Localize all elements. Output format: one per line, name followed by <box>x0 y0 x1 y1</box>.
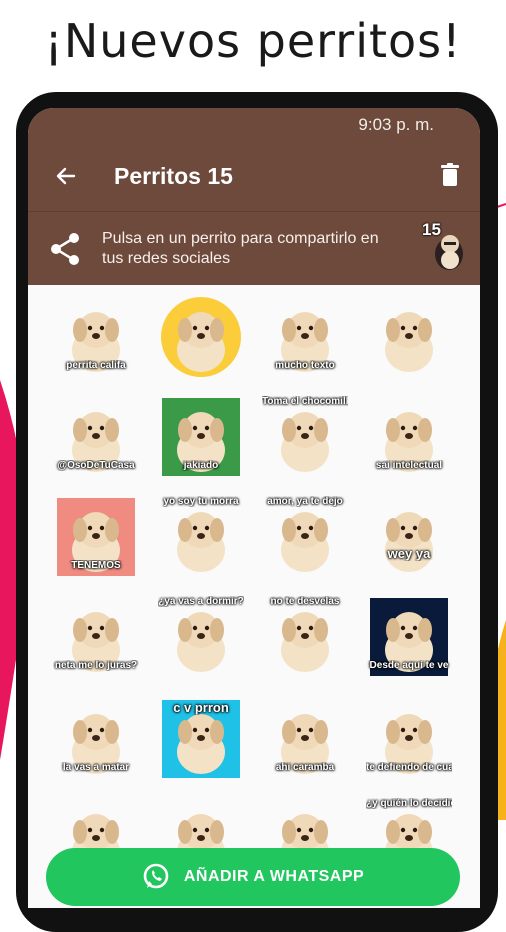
sticker-grid: perrita califa mucho texto @OsoDeTuCasa jak… <box>28 284 480 904</box>
sticker-caption: neta me lo juras? <box>54 660 138 671</box>
add-to-whatsapp-label: AÑADIR A WHATSAPP <box>183 868 365 885</box>
puppy-sticker-image <box>161 297 241 377</box>
puppy-sticker-image <box>385 512 433 572</box>
add-to-whatsapp-button[interactable]: AÑADIR A WHATSAPP <box>46 848 460 906</box>
sticker-item[interactable]: la vas a matar <box>53 696 139 782</box>
sticker-caption: Desde aquí te ve <box>369 660 449 671</box>
puppy-sticker-image <box>385 312 433 372</box>
sticker-item[interactable]: TENEMOS <box>53 494 139 580</box>
sticker-caption: amor, ya te dejo <box>267 496 343 507</box>
sticker-item[interactable] <box>366 294 452 380</box>
sticker-caption: ¿ya vas a dormir? <box>158 596 244 607</box>
whatsapp-icon <box>143 863 169 889</box>
sticker-caption: @OsoDeTuCasa <box>57 460 135 471</box>
sticker-caption: perrita califa <box>66 360 126 371</box>
sticker-caption: ahi caramba <box>275 762 335 773</box>
sticker-caption: no te desvelas <box>270 596 340 607</box>
sticker-item[interactable]: sai intelectual <box>366 394 452 480</box>
sticker-item[interactable]: no te desvelas <box>262 594 348 680</box>
sticker-item[interactable]: jakiado <box>158 394 244 480</box>
sticker-caption: Toma el chocomilk <box>262 396 348 407</box>
share-info-bar: Pulsa en un perrito para compartirlo en … <box>28 211 480 285</box>
delete-button[interactable] <box>434 159 466 191</box>
app-screen: 9:03 p. m. Perritos 15 Pulsa en un perri… <box>28 108 480 908</box>
app-bar: Perritos 15 <box>28 141 480 211</box>
sticker-item[interactable]: wey ya <box>366 494 452 580</box>
pack-number-badge: 15 <box>422 220 441 239</box>
status-bar: 9:03 p. m. <box>28 108 480 141</box>
sticker-caption: sai intelectual <box>375 460 443 471</box>
sticker-item[interactable]: ¿ya vas a dormir? <box>158 594 244 680</box>
share-button[interactable] <box>46 229 86 269</box>
sticker-item[interactable]: Toma el chocomilk <box>262 394 348 480</box>
sticker-caption: jakiado <box>183 460 219 471</box>
sticker-item[interactable]: mucho texto <box>262 294 348 380</box>
sticker-item[interactable]: perrita califa <box>53 294 139 380</box>
arrow-left-icon <box>56 167 76 185</box>
share-icon <box>51 232 79 265</box>
trash-icon <box>441 163 459 186</box>
sticker-item[interactable]: c v prron <box>158 696 244 782</box>
page-title: Perritos 15 <box>114 162 233 189</box>
status-time: 9:03 p. m. <box>358 114 434 134</box>
sticker-item[interactable]: neta me lo juras? <box>53 594 139 680</box>
sticker-caption: c v prron <box>173 700 229 715</box>
sticker-item[interactable]: @OsoDeTuCasa <box>53 394 139 480</box>
sticker-caption: te defiendo de cualquier cosa <box>366 762 452 773</box>
sticker-caption: ¿y quién lo decidió? <box>366 798 452 809</box>
share-instructions: Pulsa en un perrito para compartirlo en … <box>102 229 379 267</box>
sticker-caption: yo soy tu morra <box>163 496 239 507</box>
sticker-item[interactable]: amor, ya te dejo <box>262 494 348 580</box>
sticker-caption: TENEMOS <box>71 560 121 571</box>
sticker-caption: wey ya <box>387 546 431 561</box>
sticker-item[interactable]: Desde aquí te ve <box>366 594 452 680</box>
pack-thumbnail: 15 <box>422 220 466 270</box>
sticker-item[interactable]: yo soy tu morra <box>158 494 244 580</box>
sticker-item[interactable] <box>158 294 244 380</box>
back-button[interactable] <box>46 156 86 196</box>
sticker-caption: la vas a matar <box>62 762 130 773</box>
sticker-item[interactable]: te defiendo de cualquier cosa <box>366 696 452 782</box>
sticker-caption: mucho texto <box>275 360 335 371</box>
promo-headline: ¡Nuevos perritos! <box>44 14 462 68</box>
sticker-item[interactable]: ahi caramba <box>262 696 348 782</box>
